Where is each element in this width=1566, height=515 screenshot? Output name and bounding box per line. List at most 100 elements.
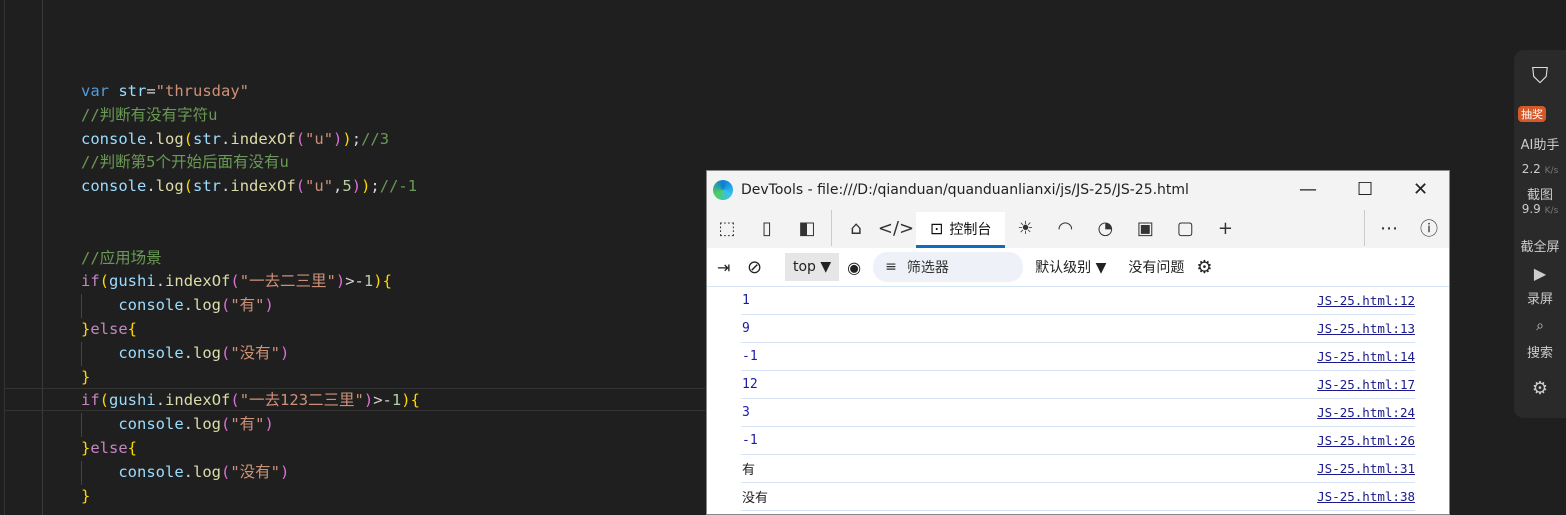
memory-chip-icon[interactable]: ▣ (1125, 218, 1165, 239)
fullscreen-capture-button[interactable]: 截全屏 (1514, 236, 1566, 255)
issues-button[interactable]: 没有问题 (1128, 257, 1184, 277)
device-emulation-icon[interactable]: ▯ (747, 218, 787, 239)
code-token: 1 (391, 391, 402, 410)
source-link[interactable]: JS-25.html:24 (1317, 405, 1415, 420)
console-messages: 1 JS-25.html:12 9 JS-25.html:13 -1 JS-25.html… (707, 287, 1449, 511)
code-token: ( (221, 415, 231, 434)
log-level-select[interactable]: 默认级别 ▼ (1035, 257, 1106, 277)
code-token: gushi (109, 272, 156, 291)
divider (1364, 210, 1365, 246)
code-token: { (127, 319, 138, 338)
code-token: ) (280, 343, 290, 362)
screenshot-button[interactable]: 截图 (1514, 184, 1566, 203)
code-token: ( (295, 129, 306, 148)
settings-gear-icon[interactable]: ⚙ (1514, 378, 1566, 399)
code-token: "没有" (230, 462, 281, 481)
close-button[interactable]: ✕ (1413, 179, 1428, 200)
code-line: //判断第5个开始后面有没有u (81, 151, 420, 175)
net-speed-down: 9.9 K/s (1514, 202, 1566, 216)
code-editor[interactable]: var str="thrusday"//判断有没有字符u console.log(… (81, 80, 420, 508)
network-wifi-icon[interactable]: ◠ (1045, 218, 1085, 239)
source-link[interactable]: JS-25.html:14 (1317, 349, 1415, 364)
dock-icon[interactable]: ◧ (787, 218, 827, 239)
tab-console[interactable]: ⊡ 控制台 (916, 212, 1006, 248)
minimize-button[interactable]: — (1299, 179, 1317, 200)
code-token: str (118, 82, 147, 100)
code-token: ) (373, 272, 383, 291)
console-value: 1 (742, 293, 750, 308)
filter-placeholder: 筛选器 (906, 260, 949, 276)
code-token: . (183, 296, 193, 315)
filter-icon: ≡ (885, 259, 897, 275)
code-token: , (333, 177, 343, 196)
welcome-home-icon[interactable]: ⌂ (836, 218, 876, 239)
more-tools-plus-icon[interactable]: + (1205, 218, 1245, 239)
code-token: . (183, 462, 193, 481)
code-token: { (410, 391, 420, 410)
console-value: 3 (742, 405, 750, 420)
sidebar-toggle-icon[interactable]: ⇥ (717, 258, 747, 277)
code-line: console.log("有") (81, 413, 420, 437)
maximize-button[interactable]: ☐ (1357, 179, 1373, 200)
code-token: ) (264, 415, 274, 434)
code-token: } (81, 438, 91, 457)
clear-console-icon[interactable]: ⊘ (747, 257, 777, 278)
code-token: "thrusday" (155, 82, 249, 100)
code-token: else (90, 438, 128, 457)
lottery-badge[interactable]: 抽奖 (1518, 106, 1546, 122)
inspect-icon[interactable]: ⬚ (707, 218, 747, 239)
code-token: { (382, 272, 392, 291)
record-icon: ▶ (1533, 264, 1547, 283)
performance-gauge-icon[interactable]: ◔ (1085, 218, 1125, 239)
source-link[interactable]: JS-25.html:26 (1317, 433, 1415, 448)
code-token: ( (99, 391, 110, 410)
code-token: if (81, 391, 100, 410)
more-options-icon[interactable]: ⋯ (1369, 218, 1409, 239)
help-icon[interactable]: ⓘ (1409, 215, 1449, 241)
code-token: } (81, 367, 91, 386)
console-value: 有 (742, 463, 756, 478)
settings-gear-icon[interactable]: ⚙ (1196, 257, 1212, 278)
elements-icon[interactable]: </> (876, 218, 916, 239)
floating-toolbar: ⛉ 抽奖 AI助手 2.2 K/s 截图 9.9 K/s 截全屏 ▶ 录屏 ⌕ … (1514, 50, 1566, 418)
record-button[interactable]: 录屏 (1514, 288, 1566, 307)
console-value: 9 (742, 321, 750, 336)
code-line: //应用场景 (81, 247, 420, 271)
code-token: ( (221, 296, 231, 315)
tab-console-label: 控制台 (949, 221, 992, 238)
speed-up-unit: K/s (1544, 166, 1559, 176)
console-value: -1 (742, 349, 758, 364)
code-token: 5 (342, 177, 352, 196)
live-expression-eye-icon[interactable]: ◉ (847, 258, 861, 277)
code-token: ( (221, 343, 231, 362)
code-token: console (118, 415, 184, 434)
code-line: console.log(str.indexOf("u",5));//-1 (81, 175, 420, 199)
code-token: . (183, 415, 193, 434)
source-link[interactable]: JS-25.html:38 (1317, 489, 1415, 504)
filter-input[interactable]: ≡ 筛选器 (873, 252, 1024, 282)
code-line: var str="thrusday" (81, 80, 420, 104)
code-token: . (146, 129, 156, 148)
code-token: ( (230, 272, 240, 291)
ai-assistant-button[interactable]: AI助手 (1514, 134, 1566, 153)
code-token: indexOf (230, 177, 296, 196)
source-link[interactable]: JS-25.html:13 (1317, 321, 1415, 336)
code-token: log (193, 415, 221, 434)
source-link[interactable]: JS-25.html:31 (1317, 461, 1415, 476)
console-row: 有 JS-25.html:31 (741, 455, 1415, 483)
application-icon[interactable]: ▢ (1165, 218, 1205, 239)
code-token: ) (333, 129, 343, 148)
code-token: . (155, 272, 166, 291)
code-token: indexOf (230, 129, 296, 148)
context-select[interactable]: top ▼ (785, 253, 840, 281)
code-token: gushi (109, 391, 156, 410)
sources-bug-icon[interactable]: ☀ (1005, 218, 1045, 239)
code-token: ; (351, 129, 362, 148)
source-link[interactable]: JS-25.html:17 (1317, 377, 1415, 392)
code-token: str (193, 177, 222, 196)
search-button[interactable]: 搜索 (1514, 342, 1566, 361)
editor-gutter (4, 0, 5, 515)
shield-icon[interactable]: ⛉ (1514, 64, 1566, 89)
source-link[interactable]: JS-25.html:12 (1317, 293, 1415, 308)
